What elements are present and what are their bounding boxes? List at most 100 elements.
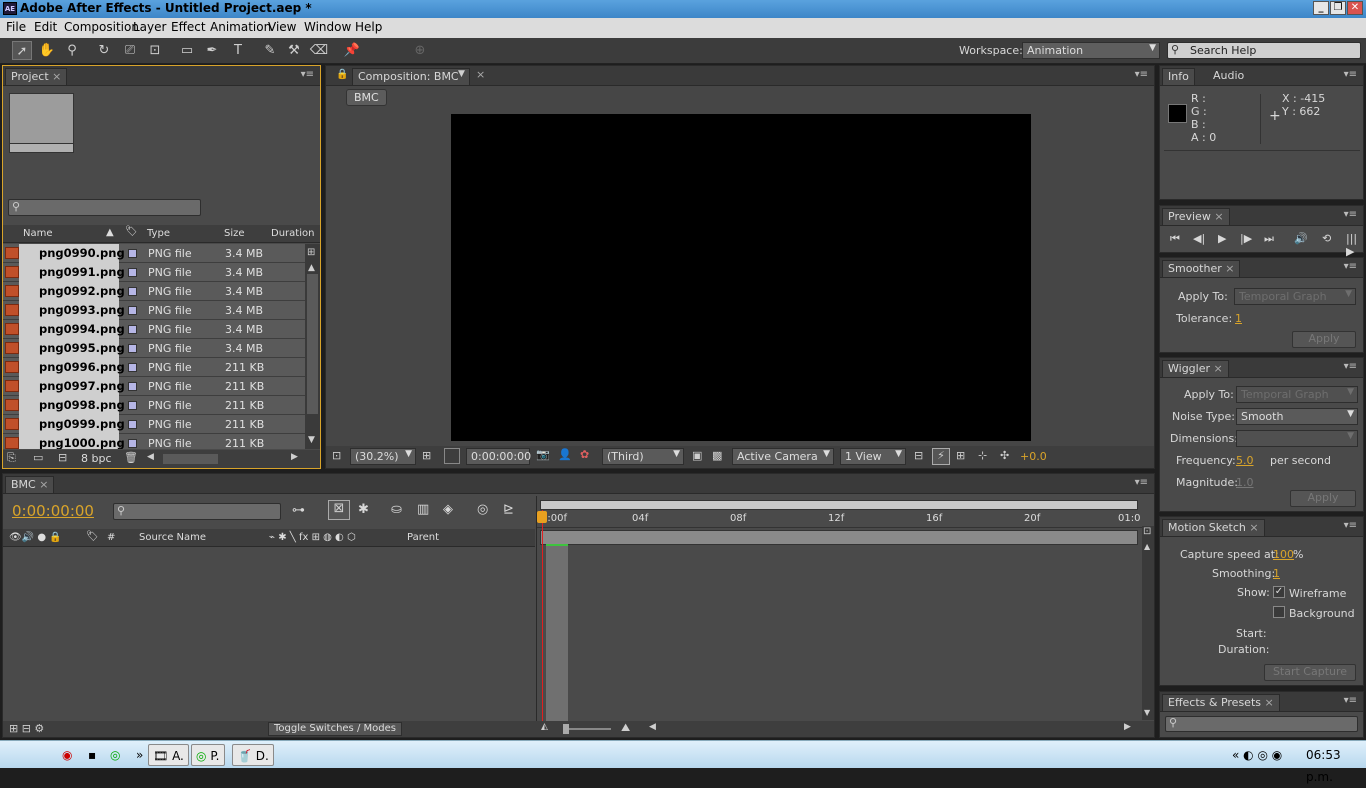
tray-icons[interactable]: « ◐ ◎ ◉ bbox=[1232, 744, 1282, 766]
background-checkbox[interactable] bbox=[1273, 606, 1285, 618]
zoom-tool-icon[interactable]: ⚲ bbox=[62, 41, 82, 60]
tab-composition[interactable]: Composition: BMC bbox=[352, 68, 470, 85]
lock-icon[interactable]: 🔒 bbox=[336, 69, 348, 80]
magnification-dropdown[interactable]: (30.2%) ▼ bbox=[350, 448, 416, 465]
source-name-header[interactable]: Source Name bbox=[139, 532, 206, 543]
label-color-swatch[interactable] bbox=[128, 249, 137, 258]
camera-view-dropdown[interactable]: Active Camera ▼ bbox=[732, 448, 834, 465]
tab-wiggler[interactable]: Wiggler × bbox=[1162, 360, 1229, 377]
playhead-handle[interactable] bbox=[537, 511, 547, 523]
transparency-grid-icon[interactable]: ▩ bbox=[712, 449, 722, 462]
hide-shy-layers-icon[interactable]: ✱ bbox=[358, 502, 369, 517]
graph-editor-icon[interactable]: ⊵ bbox=[503, 502, 514, 517]
comp-breadcrumb[interactable]: BMC bbox=[346, 89, 387, 106]
sort-ascending-icon[interactable]: ▲ bbox=[106, 227, 114, 238]
list-item[interactable]: png0991.png PNG file 3.4 MB bbox=[3, 263, 305, 282]
close-icon[interactable]: × bbox=[39, 478, 48, 491]
flowchart-icon[interactable]: ⊹ bbox=[978, 449, 987, 462]
close-icon[interactable]: × bbox=[1225, 262, 1234, 275]
tab-motion-sketch[interactable]: Motion Sketch × bbox=[1162, 519, 1265, 536]
close-icon[interactable]: × bbox=[476, 68, 485, 81]
label-color-swatch[interactable] bbox=[128, 382, 137, 391]
list-item[interactable]: png0998.png PNG file 211 KB bbox=[3, 396, 305, 415]
menu-window[interactable]: Window bbox=[304, 20, 351, 34]
effects-search-input[interactable]: ⚲ bbox=[1165, 716, 1358, 732]
last-frame-icon[interactable]: ⏭ bbox=[1264, 232, 1274, 246]
more-chevron-icon[interactable]: » bbox=[136, 744, 143, 766]
exposure-value[interactable]: +0.0 bbox=[1020, 450, 1047, 463]
loop-icon[interactable]: ⟲ bbox=[1322, 232, 1331, 245]
color-channels-icon[interactable]: ✿ bbox=[580, 448, 589, 461]
close-icon[interactable]: × bbox=[1214, 210, 1223, 223]
desktop-icon[interactable]: ▪ bbox=[88, 744, 96, 766]
play-icon[interactable]: ▶ bbox=[1218, 232, 1226, 245]
panel-menu-icon[interactable]: ▾≡ bbox=[1135, 69, 1148, 80]
chevron-down-icon[interactable]: ▼ bbox=[458, 69, 465, 79]
comp-marker-bin-icon[interactable]: ⊡ bbox=[1143, 526, 1151, 537]
tab-effects-presets[interactable]: Effects & Presets × bbox=[1162, 694, 1280, 711]
scroll-thumb[interactable] bbox=[307, 274, 318, 414]
always-preview-icon[interactable]: ⊡ bbox=[332, 449, 341, 462]
auto-keyframe-icon[interactable]: ◎ bbox=[477, 502, 488, 517]
safe-zones-icon[interactable]: ⊞ bbox=[422, 449, 431, 462]
zoom-in-icon[interactable]: ⛰ bbox=[621, 721, 630, 735]
col-type[interactable]: Type bbox=[147, 228, 170, 239]
label-color-swatch[interactable] bbox=[128, 268, 137, 277]
list-item[interactable]: png0999.png PNG file 211 KB bbox=[3, 415, 305, 434]
dimensions-dropdown[interactable]: ▼ bbox=[1236, 430, 1358, 447]
capture-speed-value[interactable]: 100 bbox=[1273, 548, 1294, 561]
project-search-input[interactable]: ⚲ bbox=[8, 199, 201, 216]
taskbar-clock[interactable]: 06:53 p.m. bbox=[1306, 744, 1366, 784]
flowchart-icon[interactable]: ⊞ bbox=[307, 247, 315, 258]
smoother-apply-button[interactable]: Apply bbox=[1292, 331, 1356, 348]
magnitude-value[interactable]: 1.0 bbox=[1236, 476, 1254, 489]
col-name[interactable]: Name bbox=[23, 228, 53, 239]
brainstorm-icon[interactable]: ◈ bbox=[443, 502, 453, 517]
wiggler-apply-button[interactable]: Apply bbox=[1290, 490, 1356, 507]
label-tag-icon[interactable]: 🏷 bbox=[86, 531, 99, 542]
type-tool-icon[interactable]: T bbox=[228, 41, 248, 60]
fast-previews-icon[interactable]: ⚡ bbox=[932, 448, 950, 465]
list-item[interactable]: png0993.png PNG file 3.4 MB bbox=[3, 301, 305, 320]
smoothing-value[interactable]: 1 bbox=[1273, 567, 1280, 580]
tab-preview[interactable]: Preview × bbox=[1162, 208, 1230, 225]
scroll-right-icon[interactable]: ▶ bbox=[1124, 722, 1131, 732]
pan-behind-tool-icon[interactable]: ⊡ bbox=[145, 41, 165, 60]
tab-info[interactable]: Info bbox=[1162, 68, 1195, 85]
close-icon[interactable]: × bbox=[1214, 362, 1223, 375]
label-color-swatch[interactable] bbox=[128, 344, 137, 353]
zoom-slider-thumb[interactable] bbox=[563, 724, 569, 734]
new-folder-icon[interactable]: ▭ bbox=[33, 451, 43, 464]
tab-smoother[interactable]: Smoother × bbox=[1162, 260, 1241, 277]
resolution-dropdown[interactable]: (Third) ▼ bbox=[602, 448, 684, 465]
panel-menu-icon[interactable]: ▾≡ bbox=[1344, 209, 1357, 220]
menu-edit[interactable]: Edit bbox=[34, 20, 57, 34]
interpret-footage-icon[interactable]: ⎘ bbox=[7, 451, 16, 465]
next-frame-icon[interactable]: |▶ bbox=[1240, 232, 1252, 245]
clone-stamp-tool-icon[interactable]: ⚒ bbox=[284, 41, 304, 60]
label-color-swatch[interactable] bbox=[128, 325, 137, 334]
panel-menu-icon[interactable]: ▾≡ bbox=[1344, 261, 1357, 272]
firefox-icon[interactable]: ◉ bbox=[62, 744, 72, 766]
panel-menu-icon[interactable]: ▾≡ bbox=[301, 69, 314, 80]
frequency-value[interactable]: 5.0 bbox=[1236, 454, 1254, 467]
region-of-interest-icon[interactable]: ▣ bbox=[692, 449, 702, 462]
timeline-icon[interactable]: ⊞ bbox=[956, 449, 965, 462]
scroll-down-icon[interactable]: ▼ bbox=[1144, 708, 1150, 717]
close-icon[interactable]: × bbox=[1249, 521, 1258, 534]
menu-layer[interactable]: Layer bbox=[133, 20, 166, 34]
mask-visibility-icon[interactable] bbox=[444, 448, 460, 464]
menu-animation[interactable]: Animation bbox=[210, 20, 271, 34]
tab-timeline-bmc[interactable]: BMC × bbox=[5, 476, 55, 493]
ram-preview-icon[interactable]: |||▶ bbox=[1346, 232, 1363, 258]
expand-switches-icon[interactable]: ⊞ ⊟ ⚙ bbox=[9, 722, 44, 735]
layer-list-area[interactable] bbox=[3, 548, 535, 720]
scroll-up-icon[interactable]: ▲ bbox=[308, 263, 315, 273]
panel-menu-icon[interactable]: ▾≡ bbox=[1135, 477, 1148, 488]
taskbar-app[interactable]: 🥤 D. bbox=[232, 744, 274, 766]
puppet-pin-tool-icon[interactable]: 📌 bbox=[342, 41, 362, 60]
timeline-search-input[interactable]: ⚲ bbox=[113, 503, 281, 520]
list-item[interactable]: png0992.png PNG file 3.4 MB bbox=[3, 282, 305, 301]
camera-tool-icon[interactable]: ⎚ bbox=[120, 41, 140, 60]
rectangle-tool-icon[interactable]: ▭ bbox=[177, 41, 197, 60]
